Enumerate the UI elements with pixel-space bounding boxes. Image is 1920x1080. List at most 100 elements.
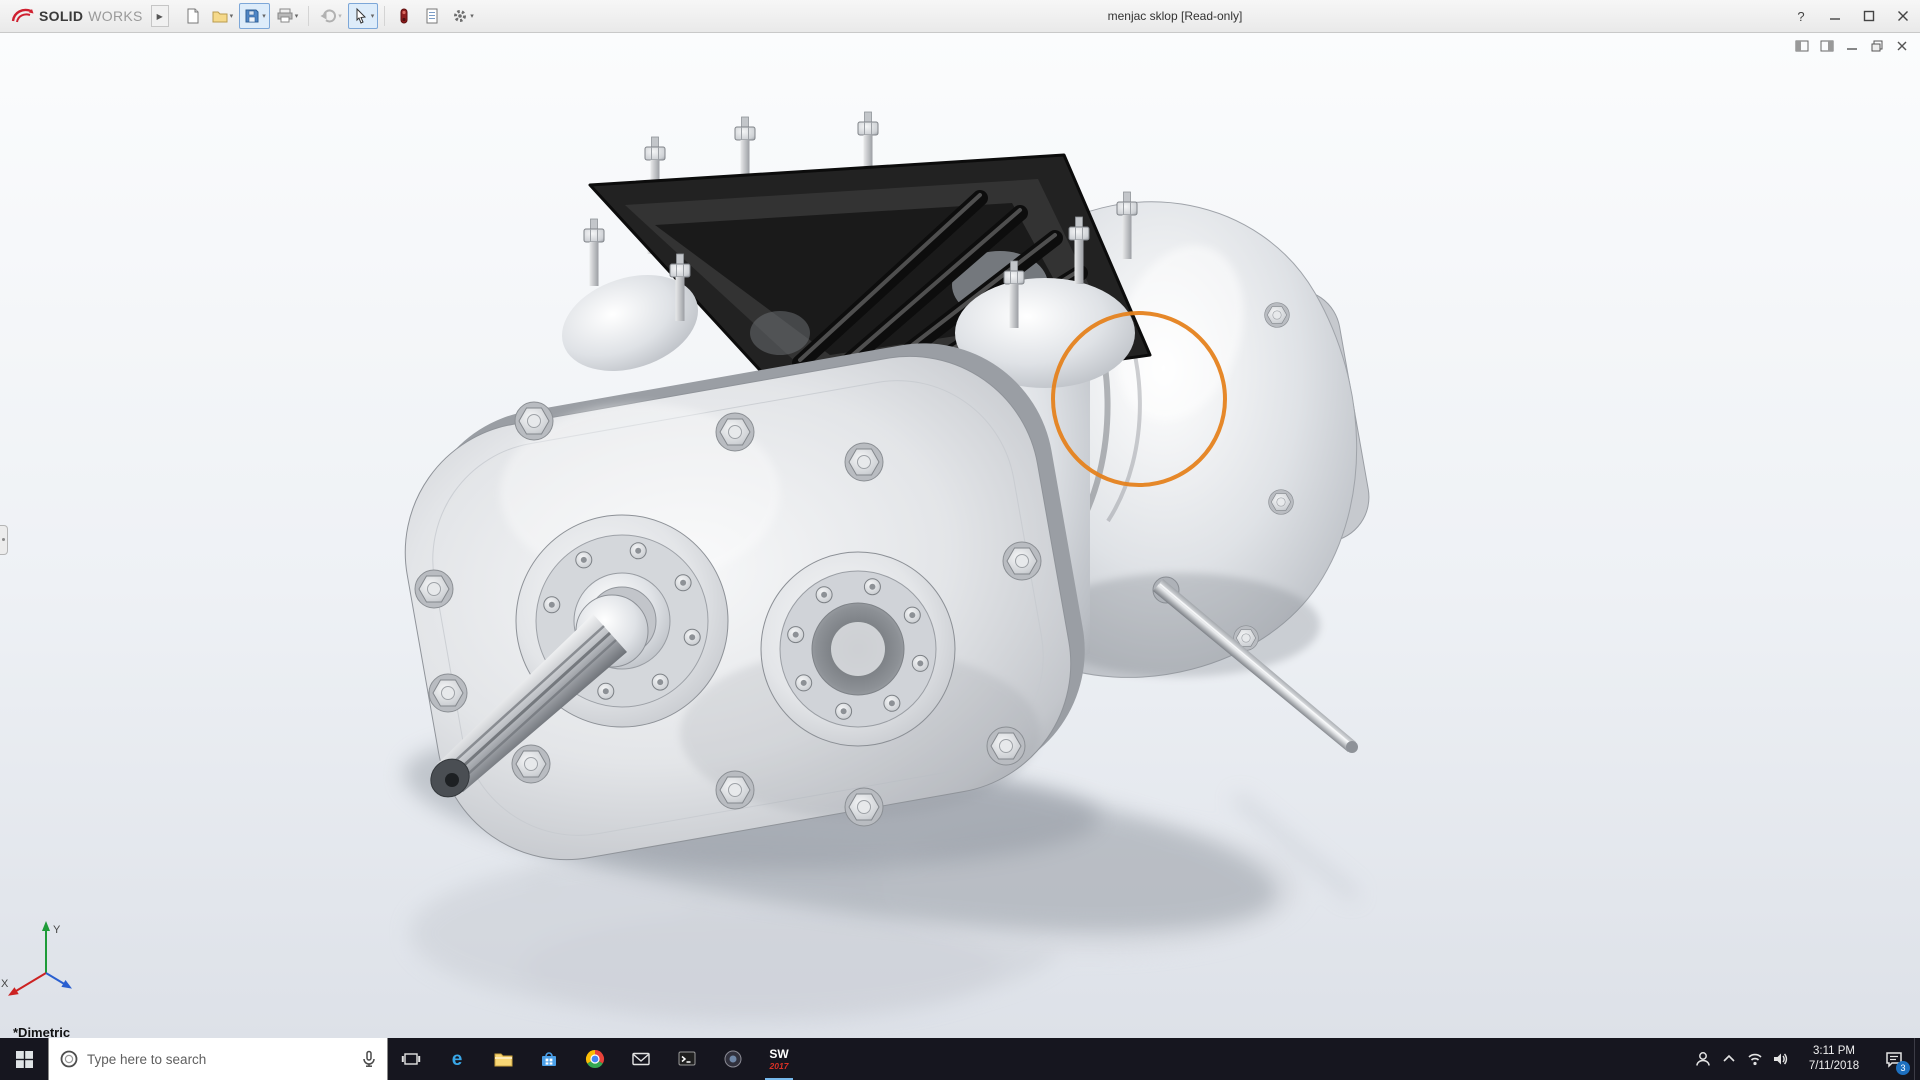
svg-text:2017: 2017 (769, 1061, 790, 1071)
bearing-flange (760, 551, 956, 747)
rebuild-icon (400, 8, 408, 24)
edge-icon: e (452, 1049, 463, 1070)
maximize-button[interactable] (1852, 0, 1886, 32)
people-button[interactable] (1690, 1038, 1716, 1080)
menu-flyout-button[interactable]: ▶ (150, 5, 169, 27)
rebuild-button[interactable] (391, 3, 417, 29)
notification-badge: 3 (1896, 1061, 1910, 1075)
help-button[interactable]: ? (1784, 0, 1818, 32)
svg-text:SW: SW (769, 1047, 789, 1061)
dropdown-caret-icon: ▾ (294, 13, 299, 20)
doc-close-button[interactable] (1894, 38, 1910, 54)
solidworks-taskbar-button[interactable]: SW 2017 (756, 1038, 802, 1080)
doc-restore-button[interactable] (1869, 38, 1885, 54)
options-button[interactable]: ▾ (447, 3, 478, 29)
flyout-arrow-icon: ▶ (156, 11, 163, 21)
new-document-icon (187, 8, 199, 24)
close-icon (1898, 11, 1908, 21)
svg-text:e: e (452, 1049, 463, 1070)
save-icon (245, 9, 259, 23)
chrome-icon (585, 1050, 605, 1069)
cortana-icon (60, 1050, 78, 1068)
options-gear-icon (454, 10, 467, 22)
app-taskbar-button[interactable] (710, 1038, 756, 1080)
dropdown-caret-icon: ▾ (470, 13, 474, 20)
open-button[interactable]: ▾ (207, 3, 238, 29)
window-controls: ? (1784, 0, 1920, 32)
hidden-icons-button[interactable] (1716, 1038, 1742, 1080)
chrome-taskbar-button[interactable] (572, 1038, 618, 1080)
select-arrow-icon (356, 7, 366, 24)
file-properties-button[interactable] (419, 3, 445, 29)
action-center-button[interactable]: 3 (1874, 1038, 1914, 1080)
dropdown-caret-icon: ▾ (229, 13, 234, 20)
taskbar-search[interactable] (48, 1038, 388, 1080)
print-icon (277, 8, 293, 23)
brand-solid-text: SOLID (39, 8, 84, 24)
file-explorer-taskbar-button[interactable] (480, 1038, 526, 1080)
maximize-icon (1863, 10, 1875, 22)
command-prompt-taskbar-button[interactable] (664, 1038, 710, 1080)
windows-logo-icon (15, 1050, 33, 1068)
new-document-button[interactable] (179, 3, 205, 29)
3d-viewport[interactable]: Y X *Dimetric (0, 33, 1920, 1040)
generic-app-icon (724, 1050, 742, 1068)
panel-splitter-handle[interactable] (0, 525, 8, 556)
start-button[interactable] (0, 1038, 48, 1080)
store-taskbar-button[interactable] (526, 1038, 572, 1080)
taskbar: e (0, 1038, 1920, 1080)
minimize-icon (1830, 18, 1840, 20)
show-desktop-button[interactable] (1914, 1038, 1920, 1080)
save-button[interactable]: ▾ (239, 3, 270, 29)
document-window-controls (1794, 38, 1910, 54)
store-icon (542, 1052, 556, 1066)
search-input[interactable] (87, 1051, 351, 1067)
undo-button[interactable]: ▾ (315, 3, 346, 29)
help-icon: ? (1797, 8, 1805, 24)
3d-scene[interactable]: Y X (0, 33, 1920, 1038)
command-prompt-icon (678, 1051, 696, 1066)
standard-toolbar: ▾ ▾ ▾ ▾ ▾ ▾ (179, 3, 478, 29)
toolbar-separator (384, 6, 386, 26)
doc-minimize-button[interactable] (1844, 38, 1860, 54)
dropdown-caret-icon: ▾ (338, 13, 342, 20)
file-explorer-icon (494, 1053, 512, 1066)
doc-close-icon (1897, 41, 1907, 51)
edge-taskbar-button[interactable]: e (434, 1038, 480, 1080)
pane-right-button[interactable] (1819, 38, 1835, 54)
solidworks-ds-icon (11, 8, 34, 23)
select-tool-button[interactable]: ▾ (347, 3, 379, 29)
chevron-up-icon (1723, 1054, 1735, 1062)
doc-minimize-icon (1847, 48, 1857, 50)
mail-taskbar-button[interactable] (618, 1038, 664, 1080)
task-view-button[interactable] (388, 1038, 434, 1080)
minimize-button[interactable] (1818, 0, 1852, 32)
open-folder-icon (212, 11, 228, 23)
volume-button[interactable] (1768, 1038, 1794, 1080)
file-properties-icon (426, 8, 438, 24)
taskbar-clock[interactable]: 3:11 PM 7/11/2018 (1794, 1038, 1874, 1080)
close-button[interactable] (1886, 0, 1920, 32)
clock-date: 7/11/2018 (1808, 1060, 1860, 1072)
pane-left-button[interactable] (1794, 38, 1810, 54)
pane-left-icon (1795, 40, 1809, 52)
document-title: menjac sklop [Read-only] (1107, 9, 1243, 23)
mail-icon (632, 1052, 650, 1066)
print-button[interactable]: ▾ (272, 3, 303, 29)
clock-time: 3:11 PM (1813, 1045, 1855, 1058)
dropdown-caret-icon: ▾ (370, 13, 375, 20)
solidworks-logo: SOLID WORKS (0, 6, 151, 26)
speaker-icon (1774, 1053, 1788, 1065)
system-tray: 3:11 PM 7/11/2018 3 (1690, 1038, 1920, 1080)
microphone-icon[interactable] (359, 1049, 379, 1069)
triad-x-label: X (1, 978, 9, 990)
toolbar-separator (308, 6, 310, 26)
undo-icon (320, 9, 337, 23)
brand-works-text: WORKS (88, 8, 143, 24)
network-button[interactable] (1742, 1038, 1768, 1080)
pane-right-icon (1820, 40, 1834, 52)
solidworks-app-icon: SW 2017 (769, 1047, 790, 1071)
titlebar: SOLID WORKS ▶ ▾ ▾ ▾ ▾ ▾ ▾ menjac sklop [… (0, 0, 1920, 33)
triad-y-label: Y (53, 924, 61, 936)
task-view-icon (401, 1053, 421, 1065)
